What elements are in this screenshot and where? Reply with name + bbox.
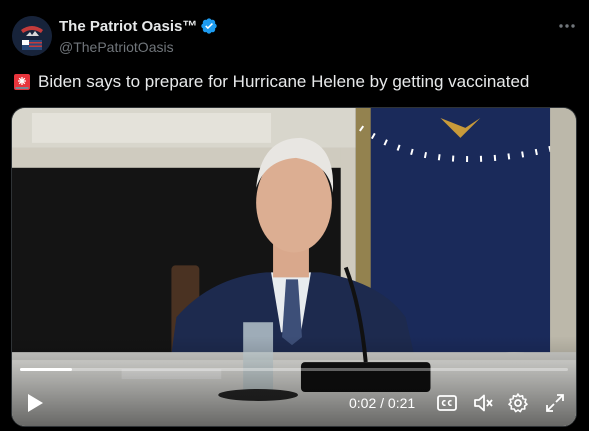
play-icon[interactable] — [26, 393, 44, 413]
progress-bar[interactable] — [20, 368, 568, 371]
captions-icon[interactable] — [436, 392, 458, 414]
post-text: Biden says to prepare for Hurricane Hele… — [12, 72, 529, 92]
more-options-icon[interactable] — [557, 18, 577, 34]
video-player[interactable]: 0:02 / 0:21 — [11, 107, 577, 427]
post-header: The Patriot Oasis™ @ThePatriotOasis — [12, 16, 577, 58]
mute-icon[interactable] — [472, 392, 494, 414]
siren-emoji-icon — [14, 74, 30, 90]
avatar-logo-icon — [12, 16, 52, 56]
handle[interactable]: @ThePatriotOasis — [59, 39, 174, 55]
time-display: 0:02 / 0:21 — [349, 395, 416, 411]
name-row: The Patriot Oasis™ — [59, 17, 218, 35]
fullscreen-icon[interactable] — [544, 392, 566, 414]
progress-fill — [20, 368, 73, 371]
settings-icon[interactable] — [507, 392, 529, 414]
verified-badge-icon — [201, 18, 218, 34]
post-text-content: Biden says to prepare for Hurricane Hele… — [38, 72, 530, 91]
avatar[interactable] — [12, 16, 52, 56]
display-name[interactable]: The Patriot Oasis™ — [59, 18, 197, 35]
